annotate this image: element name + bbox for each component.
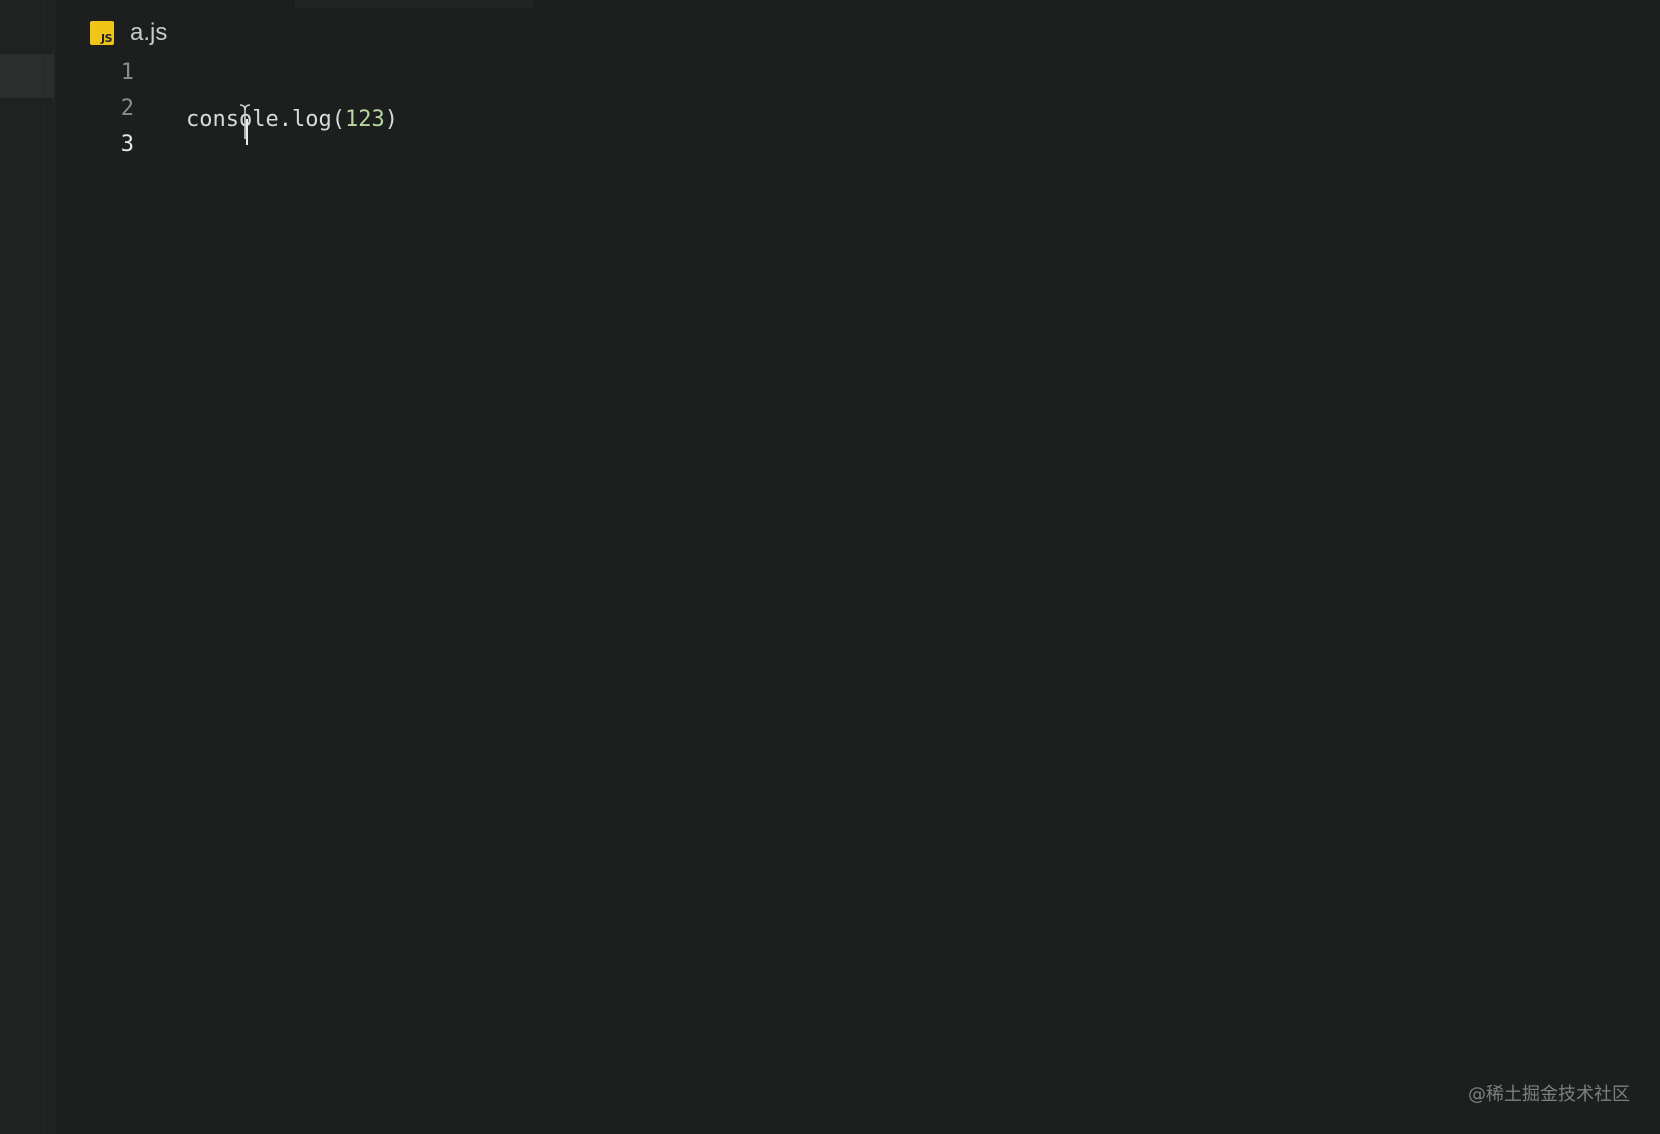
javascript-file-icon: JS	[90, 21, 114, 45]
activity-bar-selected-item[interactable]	[0, 54, 54, 98]
editor-window: JS a.js 1 2 3 console.log(123) @稀土掘金技术社区	[0, 0, 1660, 1134]
line-content[interactable]: console.log(123)	[186, 103, 398, 182]
code-line-active[interactable]: 3 console.log(123)	[90, 103, 1660, 162]
code-punctuation: )	[384, 106, 398, 132]
line-number: 1	[120, 59, 134, 85]
activity-bar	[0, 0, 55, 1134]
line-number-active: 3	[120, 131, 134, 157]
top-scroll-indicator	[295, 0, 533, 8]
code-line[interactable]: 1	[90, 54, 1660, 90]
text-cursor-icon	[239, 103, 251, 145]
code-identifier: console.log(	[186, 106, 345, 132]
line-number: 2	[120, 95, 134, 121]
js-icon-text: JS	[100, 32, 113, 45]
code-editor[interactable]: 1 2 3 console.log(123)	[90, 54, 1660, 162]
watermark: @稀土掘金技术社区	[1468, 1084, 1630, 1105]
file-tab[interactable]: JS a.js	[90, 18, 167, 48]
activity-divider	[44, 0, 45, 1134]
code-number-literal: 123	[344, 106, 385, 132]
tab-filename: a.js	[130, 19, 168, 46]
